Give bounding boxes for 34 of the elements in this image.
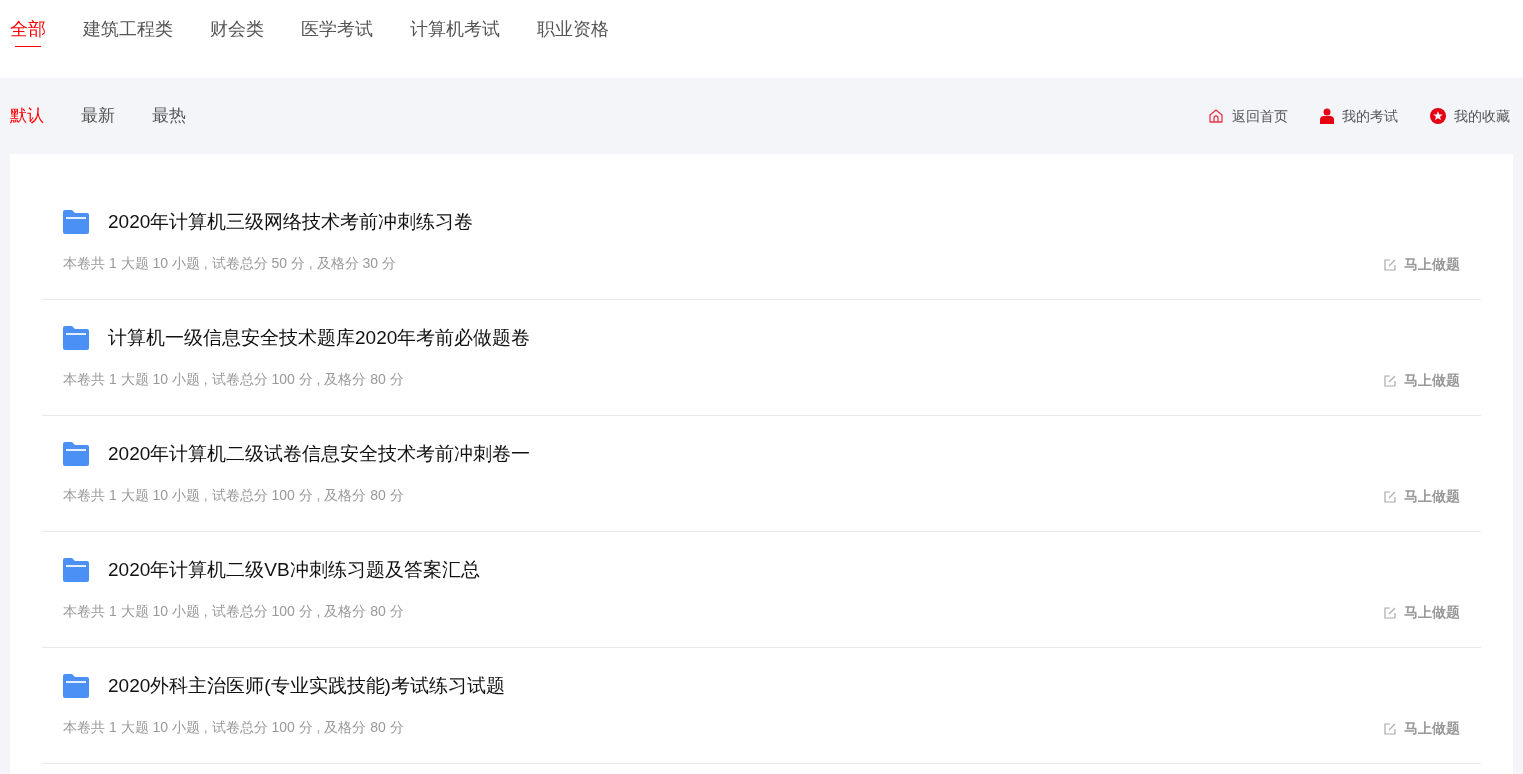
user-icon — [1320, 108, 1334, 124]
folder-icon — [63, 674, 89, 698]
category-tab[interactable]: 建筑工程类 — [83, 15, 173, 43]
category-tab[interactable]: 职业资格 — [537, 15, 609, 43]
edit-icon — [1384, 606, 1396, 619]
paper-title[interactable]: 2020年计算机二级试卷信息安全技术考前冲刺卷一 — [108, 440, 531, 468]
paper-title[interactable]: 2020年计算机二级VB冲刺练习题及答案汇总 — [108, 556, 480, 584]
folder-icon — [63, 210, 89, 234]
category-tab[interactable]: 财会类 — [210, 15, 264, 43]
nav-link[interactable]: 返回首页 — [1208, 105, 1288, 127]
folder-icon — [63, 442, 89, 466]
nav-link[interactable]: 我的考试 — [1320, 105, 1398, 127]
paper-info: 本卷共 1 大题 10 小题 , 试卷总分 100 分 , 及格分 80 分 — [63, 601, 404, 621]
nav-link[interactable]: 我的收藏 — [1430, 105, 1510, 127]
category-tab[interactable]: 医学考试 — [301, 15, 373, 43]
paper-title[interactable]: 2020外科主治医师(专业实践技能)考试练习试题 — [108, 672, 505, 700]
paper-info: 本卷共 1 大题 10 小题 , 试卷总分 100 分 , 及格分 80 分 — [63, 717, 404, 737]
paper-info: 本卷共 1 大题 10 小题 , 试卷总分 100 分 , 及格分 80 分 — [63, 485, 404, 505]
sort-tab[interactable]: 默认 — [10, 104, 44, 128]
sort-tab[interactable]: 最新 — [81, 104, 115, 128]
paper-title[interactable]: 计算机一级信息安全技术题库2020年考前必做题卷 — [108, 324, 531, 352]
sort-tab[interactable]: 最热 — [152, 104, 186, 128]
edit-icon — [1384, 490, 1396, 503]
paper-info: 本卷共 1 大题 10 小题 , 试卷总分 100 分 , 及格分 80 分 — [63, 369, 404, 389]
paper-info: 本卷共 1 大题 10 小题 , 试卷总分 50 分 , 及格分 30 分 — [63, 253, 396, 273]
home-icon — [1208, 108, 1224, 124]
edit-icon — [1384, 722, 1396, 735]
folder-icon — [63, 558, 89, 582]
category-tab[interactable]: 计算机考试 — [410, 15, 500, 43]
star-icon — [1430, 108, 1446, 124]
paper-title[interactable]: 2020年计算机三级网络技术考前冲刺练习卷 — [108, 208, 474, 236]
folder-icon — [63, 326, 89, 350]
edit-icon — [1384, 374, 1396, 387]
edit-icon — [1384, 258, 1396, 271]
